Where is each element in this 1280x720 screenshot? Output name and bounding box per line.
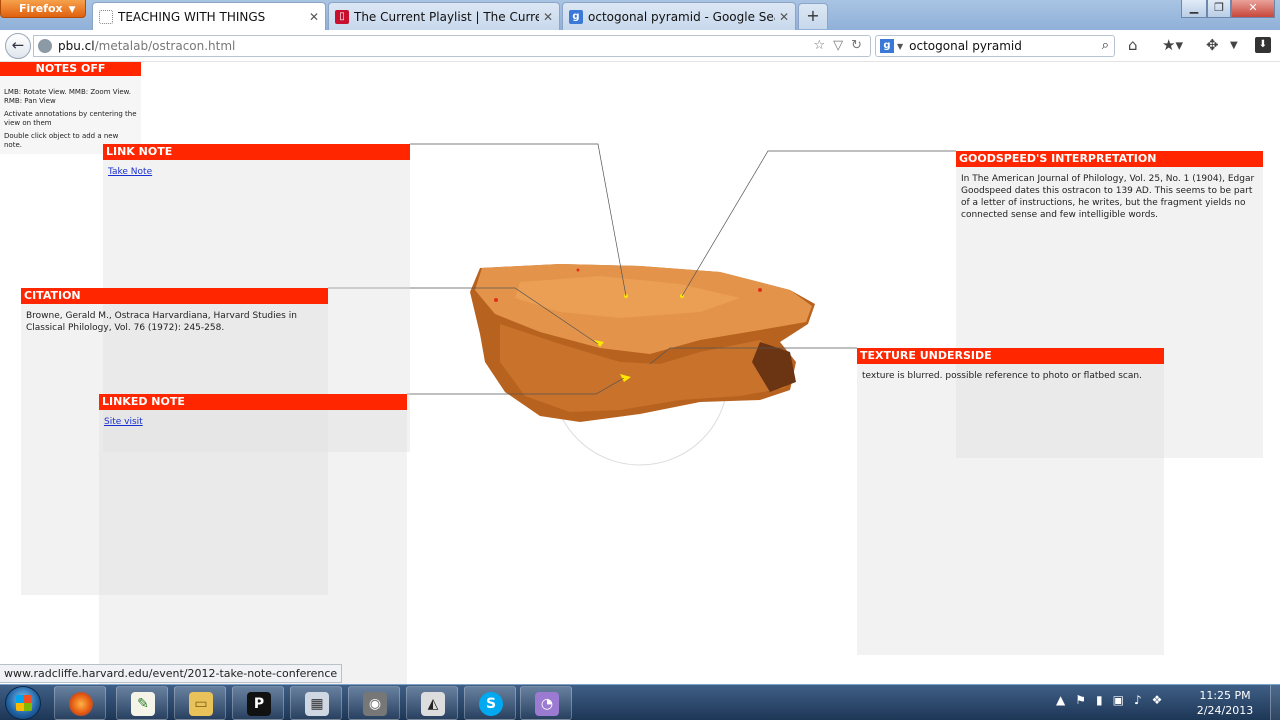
help-line-controls: LMB: Rotate View. MMB: Zoom View. RMB: P… (4, 88, 131, 105)
pidgin-icon: ◔ (535, 692, 559, 716)
new-tab-button[interactable]: + (798, 3, 828, 29)
start-button[interactable] (5, 686, 41, 720)
globe-icon (38, 39, 52, 53)
firefox-menu-label: Firefox (19, 2, 63, 15)
ostracon-model[interactable] (470, 264, 815, 466)
taskbar-app-skype[interactable]: S (464, 686, 516, 720)
gimp-icon: ◉ (363, 692, 387, 716)
note-body: texture is blurred. possible reference t… (862, 371, 1142, 381)
url-bar[interactable]: pbu.cl/metalab/ostracon.html ☆ ▽ ↻ (33, 35, 871, 57)
google-icon: g (569, 9, 583, 24)
download-icon[interactable]: ⬇ (1255, 37, 1271, 53)
url-host: pbu.cl (58, 39, 95, 53)
page-viewport[interactable]: NOTES OFF LMB: Rotate View. MMB: Zoom Vi… (0, 62, 1280, 684)
note-linked-note: LINKED NOTE Site visit (99, 394, 407, 684)
device-icon[interactable]: ▣ (1113, 693, 1124, 707)
firefox-menu-button[interactable]: Firefox ▼ (0, 0, 86, 18)
inkscape-icon: ◭ (421, 692, 445, 716)
taskbar-app-pidgin[interactable]: ◔ (520, 686, 572, 720)
google-engine-icon[interactable]: g (880, 39, 894, 53)
clock-time: 11:25 PM (1199, 689, 1251, 702)
note-body: In The American Journal of Philology, Vo… (961, 174, 1255, 220)
taskbar-clock[interactable]: 11:25 PM 2/24/2013 (1190, 688, 1260, 718)
window-close-button[interactable]: ✕ (1231, 0, 1275, 18)
search-bar: g ▼ ⌕ (875, 35, 1115, 57)
home-icon[interactable]: ⌂ (1128, 36, 1138, 54)
volume-icon[interactable]: ♪ (1134, 693, 1142, 707)
help-line-annotations: Activate annotations by centering the vi… (4, 110, 137, 127)
back-button[interactable]: ← (5, 33, 31, 59)
tab-label: TEACHING WITH THINGS (118, 9, 266, 24)
skype-icon: S (479, 692, 503, 716)
bookmarks-menu-icon[interactable]: ★▾ (1162, 36, 1183, 54)
tab-current-playlist[interactable]: ▯ The Current Playlist | The Current fro… (328, 2, 560, 30)
tab-teaching-with-things[interactable]: TEACHING WITH THINGS ✕ (92, 2, 326, 30)
chevron-down-icon[interactable]: ▼ (1230, 40, 1238, 51)
taskbar-app-pandora[interactable]: P (232, 686, 284, 720)
note-title: LINKED NOTE (99, 394, 407, 410)
the-current-logo-icon: ▯ (335, 9, 349, 24)
taskbar-app-explorer[interactable]: ▭ (174, 686, 226, 720)
search-icon[interactable]: ⌕ (1102, 38, 1109, 53)
folder-icon: ▭ (189, 692, 213, 716)
maximize-button[interactable]: ❐ (1207, 0, 1231, 18)
note-title: CITATION (21, 288, 328, 304)
note-title: LINK NOTE (103, 144, 410, 160)
url-path: /metalab/ostracon.html (94, 39, 236, 53)
note-title: TEXTURE UNDERSIDE (857, 348, 1164, 364)
clock-date: 2/24/2013 (1196, 704, 1254, 717)
tab-label: octogonal pyramid - Google Search (588, 9, 775, 24)
take-note-link[interactable]: Take Note (108, 167, 152, 177)
minimize-button[interactable]: ▁ (1181, 0, 1207, 18)
close-icon[interactable]: ✕ (309, 10, 319, 24)
note-body: Browne, Gerald M., Ostraca Harvardiana, … (26, 311, 297, 333)
addon-icon[interactable]: ✥ (1206, 36, 1219, 54)
pandora-icon: P (247, 692, 271, 716)
help-instructions: LMB: Rotate View. MMB: Zoom View. RMB: P… (0, 76, 141, 154)
dropbox-icon[interactable]: ❖ (1152, 693, 1163, 707)
history-dropdown-icon[interactable]: ▽ (833, 38, 843, 53)
tab-google-search[interactable]: g octogonal pyramid - Google Search ✕ (562, 2, 796, 30)
show-hidden-icons-icon[interactable]: ▲ (1056, 693, 1065, 707)
site-visit-link[interactable]: Site visit (104, 417, 143, 427)
chevron-down-icon: ▼ (68, 5, 76, 15)
windows-logo-icon (16, 695, 32, 711)
action-center-flag-icon[interactable]: ⚑ (1075, 693, 1086, 707)
notepad-icon: ✎ (131, 692, 155, 716)
show-desktop-button[interactable] (1270, 685, 1280, 720)
note-texture-underside: TEXTURE UNDERSIDE texture is blurred. po… (857, 348, 1164, 655)
calculator-icon: ▦ (305, 692, 329, 716)
taskbar-app-firefox[interactable] (54, 686, 106, 720)
link-status-bar: www.radcliffe.harvard.edu/event/2012-tak… (0, 664, 343, 683)
browser-titlebar: Firefox ▼ TEACHING WITH THINGS ✕ ▯ The Cu… (0, 0, 1280, 30)
note-title: GOODSPEED'S INTERPRETATION (956, 151, 1263, 167)
notes-toggle-button[interactable]: NOTES OFF (0, 62, 141, 76)
blank-page-icon (99, 9, 113, 24)
taskbar-app-inkscape[interactable]: ◭ (406, 686, 458, 720)
tab-label: The Current Playlist | The Current fro..… (354, 9, 539, 24)
search-input[interactable] (909, 39, 1090, 53)
navigation-bar: ← pbu.cl/metalab/ostracon.html ☆ ▽ ↻ g ▼… (0, 30, 1280, 62)
taskbar-app-gimp[interactable]: ◉ (348, 686, 400, 720)
taskbar-app-calculator[interactable]: ▦ (290, 686, 342, 720)
system-tray: ▲ ⚑ ▮ ▣ ♪ ❖ (1056, 693, 1162, 707)
chevron-down-icon[interactable]: ▼ (897, 42, 903, 51)
taskbar-app-editor[interactable]: ✎ (116, 686, 168, 720)
network-signal-icon[interactable]: ▮ (1096, 693, 1103, 707)
close-icon[interactable]: ✕ (543, 10, 553, 24)
close-icon[interactable]: ✕ (779, 10, 789, 24)
firefox-icon (69, 692, 93, 716)
windows-taskbar: ✎ ▭ P ▦ ◉ ◭ S ◔ ▲ ⚑ ▮ ▣ ♪ ❖ 11:25 PM 2/2… (0, 684, 1280, 720)
reload-icon[interactable]: ↻ (851, 38, 862, 53)
bookmark-star-icon[interactable]: ☆ (813, 38, 825, 53)
